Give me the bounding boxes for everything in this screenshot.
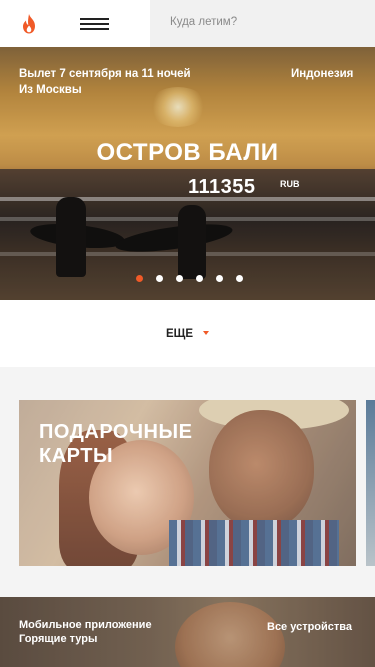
carousel-dots bbox=[136, 269, 256, 282]
carousel-dot-2[interactable] bbox=[156, 275, 163, 282]
currency-label: RUB bbox=[280, 179, 300, 189]
hamburger-menu-icon[interactable] bbox=[80, 16, 110, 32]
country-text: Индонезия bbox=[291, 68, 354, 80]
next-card-preview[interactable] bbox=[366, 400, 375, 566]
carousel-dot-5[interactable] bbox=[216, 275, 223, 282]
carousel-dot-3[interactable] bbox=[176, 275, 183, 282]
mobile-app-text: Мобильное приложение Горящие туры bbox=[19, 619, 152, 645]
caret-down-icon bbox=[203, 331, 209, 335]
more-section: ЕЩЕ bbox=[0, 300, 375, 367]
carousel-dot-4[interactable] bbox=[196, 275, 203, 282]
gift-cards-banner[interactable]: ПОДАРОЧНЫЕ КАРТЫ bbox=[19, 400, 356, 566]
gift-cards-section: ПОДАРОЧНЫЕ КАРТЫ bbox=[0, 367, 375, 597]
origin-text: Из Москвы bbox=[19, 84, 82, 96]
search-placeholder: Куда летим? bbox=[170, 16, 238, 28]
all-devices-link[interactable]: Все устройства bbox=[267, 621, 352, 633]
header: Куда летим? bbox=[0, 0, 375, 47]
destination-title: ОСТРОВ БАЛИ bbox=[96, 139, 279, 166]
carousel-dot-1[interactable] bbox=[136, 275, 143, 282]
hero-banner[interactable]: Вылет 7 сентября на 11 ночей Из Москвы И… bbox=[0, 47, 375, 300]
flame-icon[interactable] bbox=[18, 13, 40, 35]
price-value: 111355 bbox=[188, 176, 256, 198]
carousel-dot-6[interactable] bbox=[236, 275, 243, 282]
mobile-app-banner[interactable]: Мобильное приложение Горящие туры Все ус… bbox=[0, 597, 375, 667]
departure-text: Вылет 7 сентября на 11 ночей bbox=[19, 68, 191, 80]
gift-cards-title: ПОДАРОЧНЫЕ КАРТЫ bbox=[39, 421, 193, 467]
more-button[interactable]: ЕЩЕ bbox=[166, 328, 193, 340]
